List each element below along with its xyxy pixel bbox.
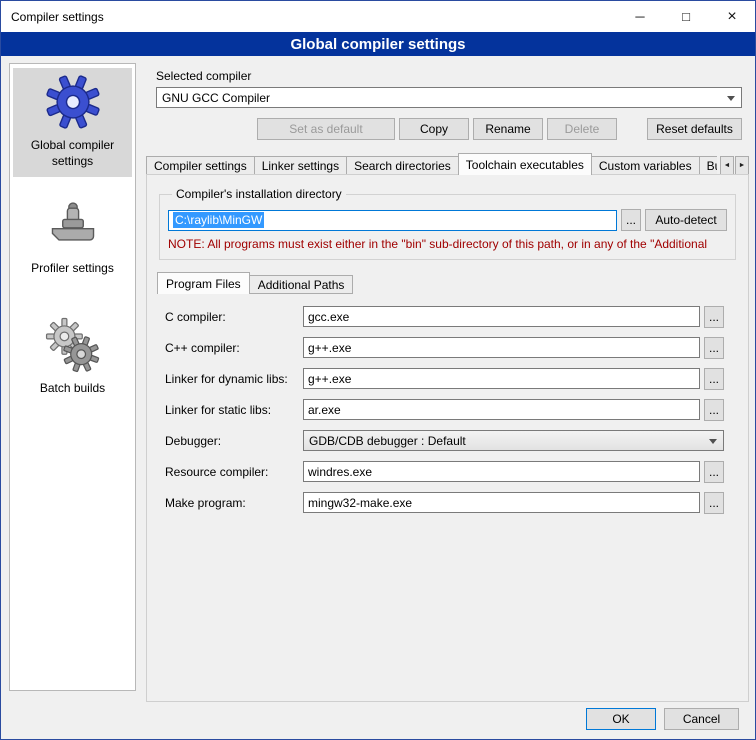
resource-compiler-row: Resource compiler: ... [165, 461, 738, 482]
gear-icon [45, 74, 101, 130]
settings-sidebar: Global compiler settings Profiler settin… [9, 63, 136, 691]
reset-defaults-button[interactable]: Reset defaults [647, 118, 742, 140]
gears-icon [45, 317, 101, 373]
tab-scroll-buttons: ◄ ► [719, 156, 749, 175]
debugger-select[interactable]: GDB/CDB debugger : Default [303, 430, 724, 451]
installation-directory-row: C:\raylib\MinGW ... Auto-detect [168, 209, 727, 231]
sidebar-item-profiler-settings[interactable]: Profiler settings [13, 191, 132, 285]
tab-toolchain-executables[interactable]: Toolchain executables [458, 153, 592, 175]
close-button[interactable]: × [709, 1, 755, 32]
set-as-default-button[interactable]: Set as default [257, 118, 395, 140]
copy-button[interactable]: Copy [399, 118, 469, 140]
sidebar-item-global-compiler-settings[interactable]: Global compiler settings [13, 68, 132, 177]
make-program-row: Make program: ... [165, 492, 738, 513]
maximize-icon: □ [682, 9, 690, 24]
installation-directory-group-label: Compiler's installation directory [172, 187, 346, 201]
cpp-compiler-input[interactable] [303, 337, 700, 358]
chevron-down-icon [709, 439, 717, 444]
minimize-button[interactable]: ─ [617, 1, 663, 32]
tab-additional-paths[interactable]: Additional Paths [249, 275, 354, 294]
c-compiler-input[interactable] [303, 306, 700, 327]
sidebar-item-label: Profiler settings [31, 261, 114, 277]
static-linker-label: Linker for static libs: [165, 403, 303, 417]
debugger-row: Debugger: GDB/CDB debugger : Default [165, 430, 738, 451]
main-panel: Selected compiler GNU GCC Compiler Set a… [146, 63, 749, 703]
tab-compiler-settings[interactable]: Compiler settings [146, 156, 255, 175]
compiler-settings-window: Compiler settings ─ □ × Global compiler … [0, 0, 756, 740]
delete-button[interactable]: Delete [547, 118, 617, 140]
static-linker-row: Linker for static libs: ... [165, 399, 738, 420]
titlebar: Compiler settings ─ □ × [1, 1, 755, 32]
installation-directory-group: Compiler's installation directory C:\ray… [159, 187, 736, 260]
cpp-compiler-label: C++ compiler: [165, 341, 303, 355]
ok-button[interactable]: OK [586, 708, 656, 730]
sidebar-item-label: Batch builds [40, 381, 105, 397]
dynamic-linker-input[interactable] [303, 368, 700, 389]
arrow-left-icon: ◄ [724, 162, 731, 169]
tab-build-options[interactable]: Buil [699, 156, 717, 175]
close-icon: × [727, 8, 736, 26]
dynamic-linker-row: Linker for dynamic libs: ... [165, 368, 738, 389]
static-linker-input[interactable] [303, 399, 700, 420]
program-tabstrip: Program Files Additional Paths [157, 272, 738, 294]
maximize-button[interactable]: □ [663, 1, 709, 32]
selected-compiler-label: Selected compiler [156, 69, 749, 83]
tab-scroll-right-button[interactable]: ► [735, 156, 749, 175]
toolchain-executables-page: Compiler's installation directory C:\ray… [146, 174, 749, 702]
rename-button[interactable]: Rename [473, 118, 543, 140]
tab-search-directories[interactable]: Search directories [346, 156, 459, 175]
dialog-footer: OK Cancel [586, 708, 739, 730]
chevron-down-icon [727, 96, 735, 101]
sidebar-item-batch-builds[interactable]: Batch builds [13, 311, 132, 405]
debugger-value: GDB/CDB debugger : Default [309, 434, 466, 448]
cpp-compiler-browse-button[interactable]: ... [704, 337, 724, 359]
resource-compiler-browse-button[interactable]: ... [704, 461, 724, 483]
resource-compiler-label: Resource compiler: [165, 465, 303, 479]
arrow-right-icon: ► [739, 162, 746, 169]
make-program-label: Make program: [165, 496, 303, 510]
dynamic-linker-browse-button[interactable]: ... [704, 368, 724, 390]
program-files-form: C compiler: ... C++ compiler: ... Linker… [157, 306, 738, 513]
make-program-input[interactable] [303, 492, 700, 513]
auto-detect-button[interactable]: Auto-detect [645, 209, 727, 231]
window-title: Compiler settings [1, 10, 104, 24]
sidebar-item-label: Global compiler settings [15, 138, 130, 169]
static-linker-browse-button[interactable]: ... [704, 399, 724, 421]
c-compiler-label: C compiler: [165, 310, 303, 324]
caption-buttons: ─ □ × [617, 1, 755, 32]
tab-custom-variables[interactable]: Custom variables [591, 156, 700, 175]
selected-compiler-select[interactable]: GNU GCC Compiler [156, 87, 742, 108]
make-program-browse-button[interactable]: ... [704, 492, 724, 514]
c-compiler-row: C compiler: ... [165, 306, 738, 327]
tabs-scroll-area: Compiler settings Linker settings Search… [146, 152, 717, 175]
settings-tabstrip: Compiler settings Linker settings Search… [146, 152, 749, 175]
compiler-actions: Set as default Copy Rename Delete Reset … [257, 118, 742, 140]
resource-compiler-input[interactable] [303, 461, 700, 482]
browse-directory-button[interactable]: ... [621, 209, 641, 231]
debugger-label: Debugger: [165, 434, 303, 448]
dynamic-linker-label: Linker for dynamic libs: [165, 372, 303, 386]
selected-compiler-value: GNU GCC Compiler [162, 91, 270, 105]
installation-directory-input[interactable]: C:\raylib\MinGW [168, 210, 617, 231]
profiler-tool-icon [45, 197, 101, 253]
tab-program-files[interactable]: Program Files [157, 272, 250, 294]
note-text: NOTE: All programs must exist either in … [168, 237, 727, 251]
minimize-icon: ─ [635, 9, 644, 24]
dialog-header-title: Global compiler settings [1, 32, 755, 56]
tab-linker-settings[interactable]: Linker settings [254, 156, 347, 175]
c-compiler-browse-button[interactable]: ... [704, 306, 724, 328]
cancel-button[interactable]: Cancel [664, 708, 739, 730]
cpp-compiler-row: C++ compiler: ... [165, 337, 738, 358]
tab-scroll-left-button[interactable]: ◄ [720, 156, 734, 175]
installation-directory-value: C:\raylib\MinGW [173, 212, 264, 228]
